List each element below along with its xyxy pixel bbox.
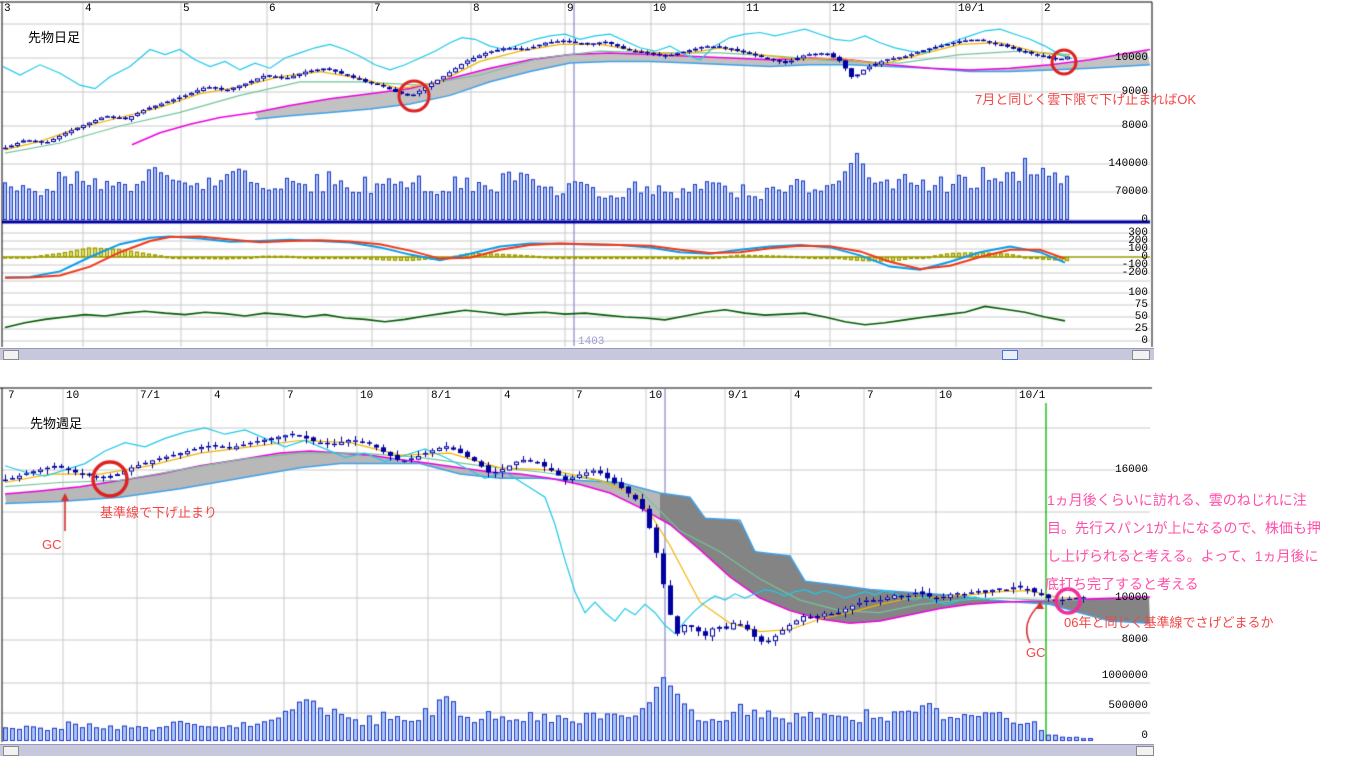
weekly-scrollbar-thumb[interactable] (1136, 746, 1154, 756)
weekly-scrollbar[interactable] (0, 744, 1154, 756)
daily-scrollbar-thumb[interactable] (1002, 350, 1018, 360)
charts-canvas (0, 0, 1366, 768)
daily-scrollbar-thumb[interactable] (1132, 350, 1150, 360)
futures-chart-page: 先物日足 先物週足 1403 345678910111210/121000090… (0, 0, 1366, 768)
daily-scrollbar-thumb[interactable] (3, 350, 19, 360)
weekly-scrollbar-thumb[interactable] (3, 746, 19, 756)
daily-scrollbar[interactable] (0, 348, 1154, 360)
